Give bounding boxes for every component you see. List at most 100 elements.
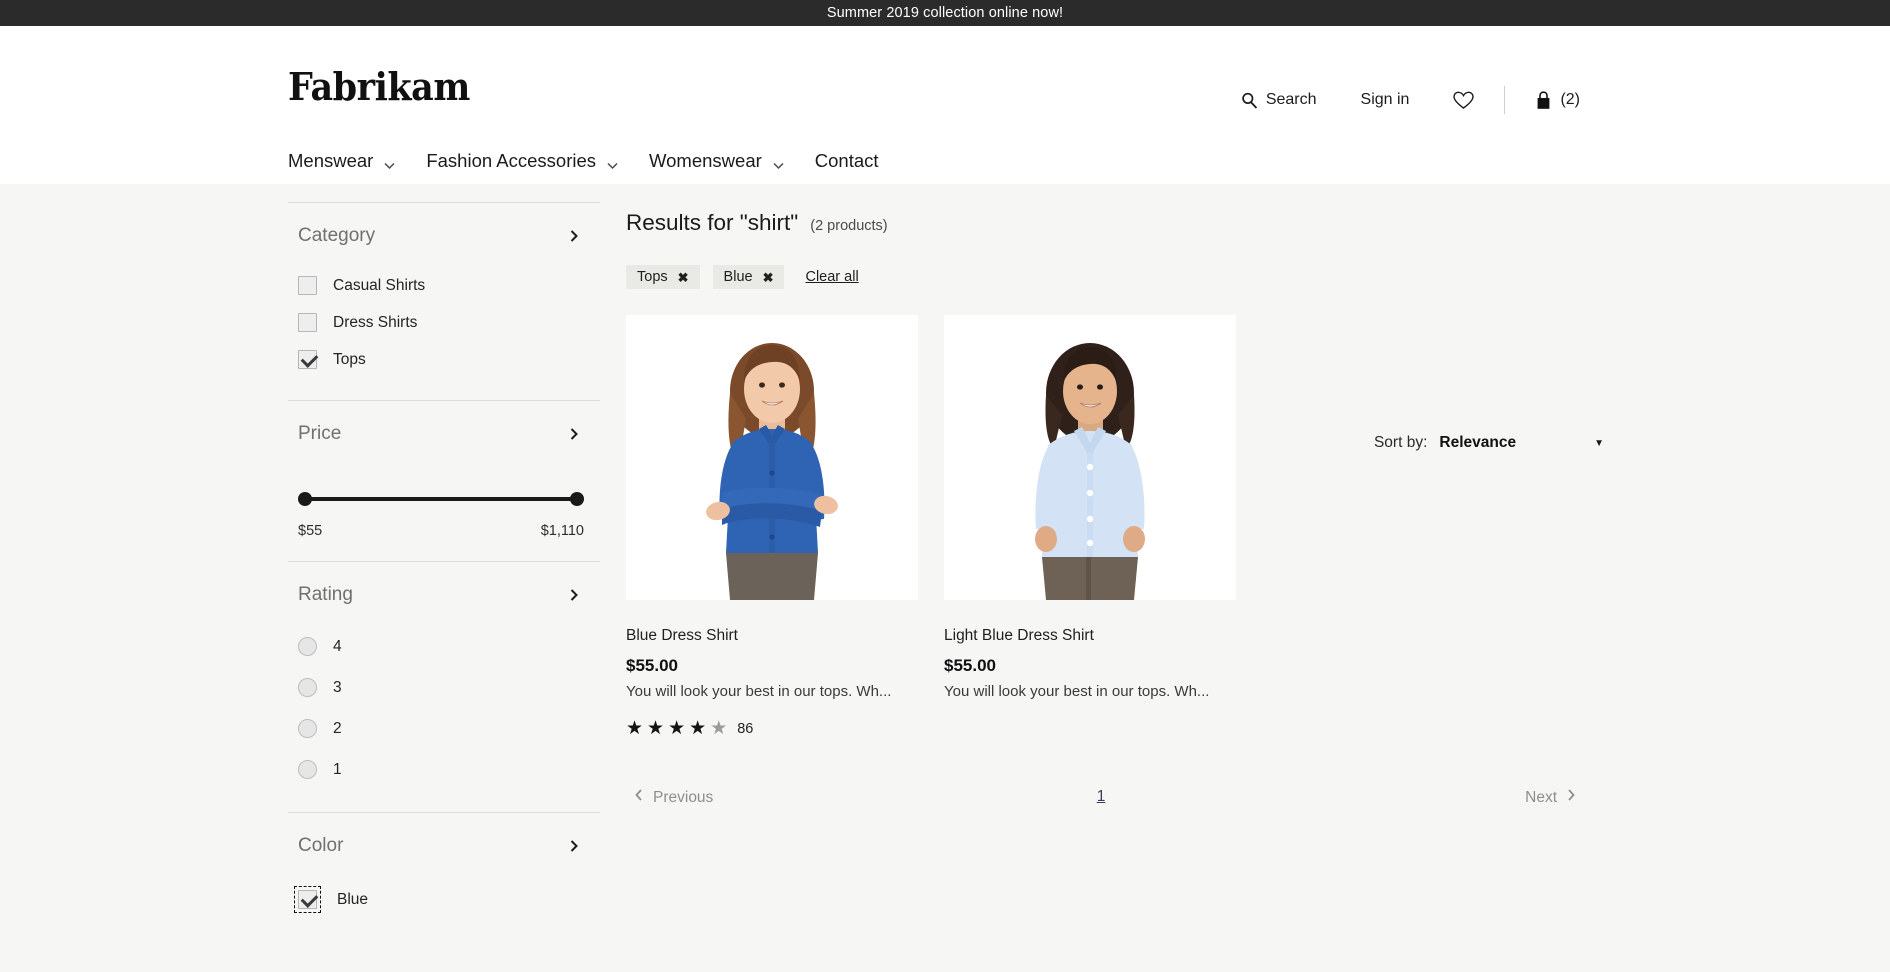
nav-item-contact[interactable]: Contact xyxy=(815,142,909,180)
active-filter-chip-blue[interactable]: Blue ✖ xyxy=(712,265,785,289)
pagination-previous-label: Previous xyxy=(653,788,714,806)
filter-option-dress-shirts[interactable]: Dress Shirts xyxy=(288,304,600,341)
radio-button[interactable] xyxy=(298,719,317,738)
nav-item-womenswear[interactable]: Womenswear xyxy=(649,142,815,180)
filter-option-casual-shirts[interactable]: Casual Shirts xyxy=(288,267,600,304)
filter-option-label: Tops xyxy=(333,350,366,368)
rating-option-1[interactable]: 1 xyxy=(288,749,600,790)
search-label: Search xyxy=(1265,91,1317,108)
star-icon-filled: ★ xyxy=(668,718,686,739)
product-grid: Blue Dress Shirt $55.00 You will look yo… xyxy=(626,315,1890,738)
radio-button[interactable] xyxy=(298,637,317,656)
chevron-right-icon xyxy=(568,228,580,244)
results-section: Results for "shirt" (2 products) Tops ✖ … xyxy=(600,184,1890,922)
price-range-slider[interactable] xyxy=(298,491,584,507)
chevron-right-icon xyxy=(568,587,580,603)
radio-button[interactable] xyxy=(298,678,317,697)
product-title[interactable]: Light Blue Dress Shirt xyxy=(944,627,1236,645)
rating-option-4[interactable]: 4 xyxy=(288,626,600,667)
rating-option-3[interactable]: 3 xyxy=(288,667,600,708)
chevron-down-icon xyxy=(383,155,396,169)
active-filter-chip-tops[interactable]: Tops ✖ xyxy=(626,265,700,289)
heart-icon xyxy=(1453,91,1475,110)
filter-option-label: Casual Shirts xyxy=(333,276,426,294)
results-header: Results for "shirt" (2 products) xyxy=(626,184,1890,236)
clear-all-link[interactable]: Clear all xyxy=(805,269,858,285)
filter-title: Rating xyxy=(298,584,353,605)
pagination-page-1[interactable]: 1 xyxy=(1097,788,1106,806)
checkbox[interactable] xyxy=(298,313,317,332)
announcement-text: Summer 2019 collection online now! xyxy=(826,5,1064,21)
checkbox-focus-ring xyxy=(294,886,321,913)
product-description: You will look your best in our tops. Wh.… xyxy=(626,683,892,700)
filter-header-color[interactable]: Color xyxy=(288,813,600,877)
cart-count: (2) xyxy=(1560,91,1580,108)
product-card: Blue Dress Shirt $55.00 You will look yo… xyxy=(626,315,918,738)
filter-header-price[interactable]: Price xyxy=(288,401,600,465)
filter-title: Category xyxy=(298,225,376,246)
nav-item-menswear[interactable]: Menswear xyxy=(288,142,426,180)
pagination-previous[interactable]: Previous xyxy=(634,788,713,807)
search-icon xyxy=(1241,92,1258,109)
slider-thumb-max[interactable] xyxy=(570,492,584,506)
star-icon-filled: ★ xyxy=(647,718,665,739)
results-count: (2 products) xyxy=(810,218,888,234)
product-rating: ★ ★ ★ ★ ★ 86 xyxy=(626,719,918,738)
sort-by-value: Relevance xyxy=(1439,434,1517,451)
search-button[interactable]: Search xyxy=(1241,91,1339,109)
filter-option-blue[interactable]: Blue xyxy=(288,877,600,922)
site-logo[interactable]: Fabrikam xyxy=(288,68,470,106)
filter-option-tops[interactable]: Tops xyxy=(288,341,600,378)
sign-in-label: Sign in xyxy=(1360,91,1410,108)
nav-label: Menswear xyxy=(288,150,374,171)
filter-group-color: Color Blue xyxy=(288,812,600,922)
checkbox[interactable] xyxy=(298,276,317,295)
price-slider-container: $55 $1,110 xyxy=(288,465,600,539)
close-icon[interactable]: ✖ xyxy=(763,271,774,284)
nav-label: Contact xyxy=(814,150,879,171)
filter-option-label: Dress Shirts xyxy=(333,313,418,331)
product-title[interactable]: Blue Dress Shirt xyxy=(626,627,918,645)
price-range-labels: $55 $1,110 xyxy=(298,523,584,539)
checkbox[interactable] xyxy=(298,350,317,369)
filter-option-label: Blue xyxy=(337,890,369,908)
cart-button[interactable]: (2) xyxy=(1513,90,1602,110)
product-price: $55.00 xyxy=(626,656,678,675)
page-body: Category Casual Shirts Dress Shirts Tops xyxy=(0,184,1890,972)
rating-option-label: 4 xyxy=(333,637,342,655)
product-image-light-blue-dress-shirt[interactable] xyxy=(944,315,1236,600)
rating-option-label: 2 xyxy=(333,719,342,737)
rating-option-2[interactable]: 2 xyxy=(288,708,600,749)
filter-title: Price xyxy=(298,423,342,444)
rating-option-label: 1 xyxy=(333,760,342,778)
active-filters-row: Tops ✖ Blue ✖ Clear all xyxy=(626,264,1890,290)
chevron-right-icon xyxy=(1566,788,1576,807)
filter-title: Color xyxy=(298,835,344,856)
rating-count: 86 xyxy=(737,720,754,737)
shopping-bag-icon xyxy=(1535,90,1552,110)
nav-item-fashion-accessories[interactable]: Fashion Accessories xyxy=(426,142,649,180)
nav-label: Fashion Accessories xyxy=(426,150,597,171)
slider-thumb-min[interactable] xyxy=(298,492,312,506)
checkbox[interactable] xyxy=(298,890,317,909)
slider-track xyxy=(305,497,577,501)
page-title: Results for "shirt" xyxy=(626,210,799,235)
price-max-label: $1,110 xyxy=(540,523,584,539)
sign-in-button[interactable]: Sign in xyxy=(1339,91,1432,109)
chevron-down-icon[interactable]: ▼ xyxy=(1594,438,1604,449)
pagination-next-label: Next xyxy=(1525,788,1557,806)
wishlist-button[interactable] xyxy=(1431,91,1496,110)
radio-button[interactable] xyxy=(298,760,317,779)
sort-by-label: Sort by: xyxy=(1373,434,1428,451)
product-image-blue-dress-shirt[interactable] xyxy=(626,315,918,600)
filter-group-rating: Rating 4 3 2 1 xyxy=(288,561,600,790)
sort-by-dropdown[interactable]: Sort by: Relevance ▼ xyxy=(1374,434,1604,452)
filter-header-rating[interactable]: Rating xyxy=(288,562,600,626)
site-header: Fabrikam Search Sign in (2) Menswear Fas… xyxy=(0,26,1890,184)
pagination-next[interactable]: Next xyxy=(1525,788,1576,807)
filter-group-category: Category Casual Shirts Dress Shirts Tops xyxy=(288,202,600,378)
filter-header-category[interactable]: Category xyxy=(288,203,600,267)
chevron-right-icon xyxy=(568,838,580,854)
star-icon-filled: ★ xyxy=(626,718,644,739)
close-icon[interactable]: ✖ xyxy=(678,271,689,284)
